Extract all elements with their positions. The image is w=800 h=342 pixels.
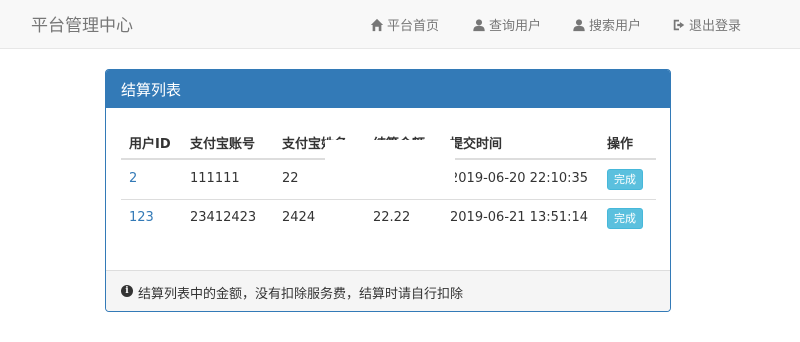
table-row-1-alipay-name: 22 (282, 171, 299, 186)
nav-search-users[interactable]: 搜索用户 (572, 15, 641, 34)
nav-query-users-label: 查询用户 (489, 19, 542, 34)
complete-button[interactable]: 完成 (607, 208, 643, 229)
table-row-1-alipay-account: 111111 (190, 171, 240, 186)
col-header-alipay-account: 支付宝账号 (190, 137, 256, 152)
panel-title: 结算列表 (106, 70, 670, 108)
nav-query-users[interactable]: 查询用户 (472, 15, 541, 34)
table-row-2-user-id: 123 (129, 210, 154, 225)
complete-button[interactable]: 完成 (607, 169, 643, 190)
home-icon (370, 18, 384, 31)
table-row-1-submit-time: 2019-06-20 22:10:35 (450, 171, 589, 186)
row-divider (121, 199, 656, 200)
sign-out-icon (673, 19, 685, 30)
redacted-region (325, 140, 455, 195)
nav-home[interactable]: 平台首页 (370, 15, 439, 34)
user-id-link[interactable]: 123 (129, 210, 154, 225)
col-header-submit-time: 提交时间 (450, 137, 503, 152)
footer-note: 结算列表中的金额，没有扣除服务费，结算时请自行扣除 (138, 287, 464, 302)
user-id-link[interactable]: 2 (129, 171, 137, 186)
user-icon (473, 18, 485, 31)
nav-logout-label: 退出登录 (689, 19, 742, 34)
table-row-2-alipay-account: 23412423 (190, 210, 257, 225)
nav-logout[interactable]: 退出登录 (672, 15, 741, 34)
table-row-1-user-id: 2 (129, 171, 137, 186)
user-icon (573, 18, 585, 31)
col-header-user-id: 用户ID (129, 137, 171, 152)
brand-link[interactable]: 平台管理中心 (31, 11, 133, 36)
settlement-panel: 结算列表 用户ID 支付宝账号 支付宝姓名 结算金额 提交时间 操作 2 111… (105, 69, 671, 312)
table-row-2-submit-time: 2019-06-21 13:51:14 (450, 210, 589, 225)
table-row-2-alipay-name: 2424 (282, 210, 316, 225)
info-circle-icon: i (121, 285, 133, 297)
top-navbar: 平台管理中心 平台首页 查询用户 搜索用户 退出登录 (0, 0, 800, 49)
col-header-action: 操作 (607, 137, 634, 152)
nav-search-users-label: 搜索用户 (589, 19, 642, 34)
nav-home-label: 平台首页 (387, 19, 440, 34)
panel-footer: i 结算列表中的金额，没有扣除服务费，结算时请自行扣除 (106, 270, 670, 311)
table-row-2-amount: 22.22 (373, 210, 411, 225)
